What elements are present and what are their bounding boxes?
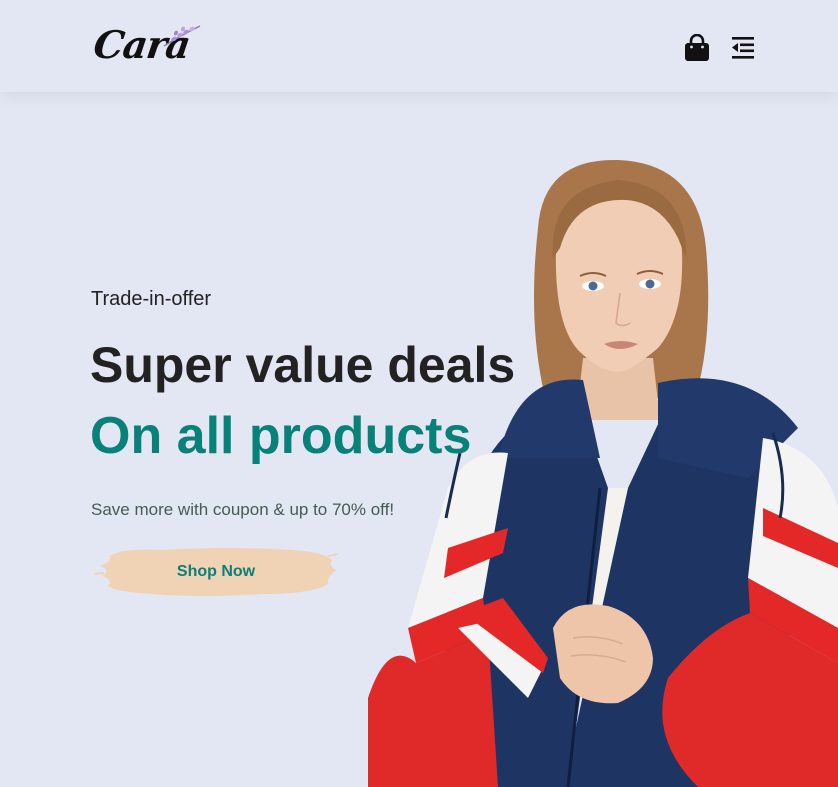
shop-now-button[interactable]: Shop Now <box>92 544 340 600</box>
hero-model-image <box>368 159 838 787</box>
shopping-bag-icon[interactable] <box>684 34 710 62</box>
logo[interactable]: Cara <box>90 20 202 72</box>
hero-kicker: Trade-in-offer <box>91 288 212 310</box>
site-header: Cara <box>0 0 838 92</box>
hero-headline: Super value deals <box>90 337 516 393</box>
hero-subhead: On all products <box>90 407 472 465</box>
hero-description: Save more with coupon & up to 70% off! <box>91 500 395 519</box>
lavender-sprig-icon <box>163 25 201 47</box>
menu-outdent-icon[interactable] <box>730 35 756 61</box>
hero-section: Trade-in-offer Super value deals On all … <box>0 92 838 787</box>
shop-now-label: Shop Now <box>176 563 256 580</box>
